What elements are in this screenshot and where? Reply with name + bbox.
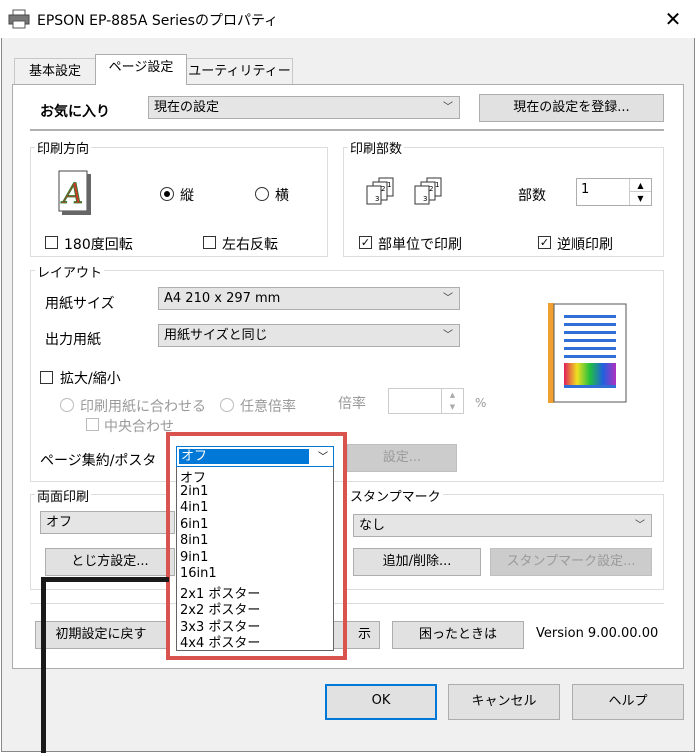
stamp-value: なし	[359, 518, 386, 533]
chevron-down-icon: ﹀	[318, 452, 328, 463]
svg-text:2: 2	[429, 185, 433, 193]
dropdown-option[interactable]: 6in1	[180, 517, 208, 532]
copies-value: 1	[581, 182, 590, 197]
version-text: Version 9.00.00.00	[536, 626, 659, 641]
dropdown-option[interactable]: 16in1	[180, 566, 217, 581]
ratio-label: 倍率	[338, 396, 366, 412]
duplex-title: 両面印刷	[35, 486, 92, 505]
stamp-select[interactable]: なし ﹀	[353, 514, 652, 537]
troubleshoot-button[interactable]: 困ったときは	[392, 621, 524, 649]
tab-utility[interactable]: ユーティリティー	[186, 58, 293, 84]
reset-defaults-button[interactable]: 初期設定に戻す	[35, 621, 167, 649]
percent-label: %	[475, 396, 487, 410]
chevron-down-icon: ﹀	[443, 330, 453, 341]
scale-label: 拡大/縮小	[60, 371, 121, 387]
divider	[30, 129, 664, 131]
svg-text:A: A	[60, 177, 83, 210]
portrait-label: 縦	[180, 188, 194, 204]
portrait-radio[interactable]	[160, 187, 174, 201]
output-paper-select[interactable]: 用紙サイズと同じ ﹀	[158, 324, 460, 347]
layout-title: レイアウト	[35, 262, 105, 281]
mirror-label: 左右反転	[222, 237, 278, 253]
duplex-value: オフ	[46, 515, 73, 530]
dropdown-option[interactable]: 4x4 ポスター	[180, 632, 260, 651]
custom-scale-label: 任意倍率	[240, 399, 296, 415]
chevron-down-icon: ﹀	[635, 520, 645, 531]
landscape-label: 横	[275, 188, 289, 204]
dropdown-option[interactable]: 8in1	[180, 533, 208, 548]
copies-count-label: 部数	[518, 188, 546, 204]
collate-pages-icon: 123 123	[366, 177, 442, 205]
reverse-checkbox[interactable]: ✓	[538, 236, 551, 249]
page-preview	[548, 303, 627, 403]
dropdown-option[interactable]: 4in1	[180, 500, 208, 515]
svg-text:3: 3	[375, 195, 379, 203]
rotate180-checkbox[interactable]	[45, 236, 58, 249]
copies-title: 印刷部数	[348, 138, 405, 157]
rotate180-label: 180度回転	[64, 237, 133, 253]
mirror-checkbox[interactable]	[203, 236, 216, 249]
dropdown-option[interactable]: 2in1	[180, 484, 208, 499]
center-checkbox[interactable]	[86, 418, 99, 431]
center-label: 中央合わせ	[104, 419, 174, 435]
stamp-settings-button[interactable]: スタンプマーク設定...	[490, 548, 652, 576]
binding-settings-button[interactable]: とじ方設定...	[45, 548, 175, 576]
multipage-select[interactable]: オフ ﹀	[176, 446, 334, 467]
divider	[30, 603, 664, 604]
register-current-button[interactable]: 現在の設定を登録...	[479, 94, 664, 122]
paper-size-select[interactable]: A4 210 x 297 mm ﹀	[158, 287, 460, 310]
copies-stepper[interactable]: 1 ▲ ▼	[576, 178, 652, 206]
collate-label: 部単位で印刷	[378, 237, 462, 253]
help-button[interactable]: ヘルプ	[572, 684, 684, 720]
decrement-icon[interactable]: ▼	[442, 401, 463, 413]
favorites-label: お気に入り	[40, 104, 110, 120]
output-paper-value: 用紙サイズと同じ	[164, 328, 268, 343]
callout-line	[41, 577, 46, 753]
landscape-radio[interactable]	[255, 187, 269, 201]
callout-line	[41, 577, 169, 582]
fit-to-paper-label: 印刷用紙に合わせる	[80, 399, 206, 415]
multipage-settings-button[interactable]: 設定...	[347, 444, 457, 472]
increment-icon[interactable]: ▲	[442, 389, 463, 401]
multipage-value: オフ	[179, 449, 309, 464]
svg-text:1: 1	[435, 181, 439, 189]
fit-to-paper-radio[interactable]	[60, 398, 74, 412]
printer-icon	[8, 9, 30, 29]
cancel-button[interactable]: キャンセル	[448, 684, 560, 720]
favorites-value: 現在の設定	[154, 100, 220, 115]
svg-text:2: 2	[381, 185, 385, 193]
svg-text:3: 3	[423, 195, 427, 203]
custom-scale-radio[interactable]	[220, 398, 234, 412]
chevron-down-icon: ﹀	[443, 102, 453, 113]
window-title: EPSON EP-885A Seriesのプロパティ	[37, 13, 279, 29]
output-paper-label: 出力用紙	[45, 332, 101, 348]
favorites-select[interactable]: 現在の設定 ﹀	[148, 96, 460, 119]
orientation-title: 印刷方向	[35, 138, 92, 157]
paper-size-value: A4 210 x 297 mm	[164, 291, 281, 306]
tab-basic[interactable]: 基本設定	[14, 58, 96, 84]
chevron-down-icon: ﹀	[443, 293, 453, 304]
close-icon[interactable]: ✕	[658, 4, 688, 34]
svg-text:1: 1	[387, 181, 391, 189]
stamp-add-remove-button[interactable]: 追加/削除...	[353, 548, 481, 576]
reverse-label: 逆順印刷	[557, 237, 613, 253]
duplex-select[interactable]: オフ	[40, 511, 175, 534]
dropdown-option[interactable]: 9in1	[180, 550, 208, 565]
portrait-page-icon: A	[58, 170, 91, 215]
paper-size-label: 用紙サイズ	[45, 296, 115, 312]
multipage-label: ページ集約/ポスタ	[40, 453, 157, 469]
scale-checkbox[interactable]	[40, 371, 53, 384]
tab-page-setup[interactable]: ページ設定	[95, 54, 187, 85]
decrement-icon[interactable]: ▼	[630, 192, 651, 205]
stamp-title: スタンプマーク	[348, 486, 443, 505]
multipage-dropdown-list: オフ 2in1 4in1 6in1 8in1 9in1 16in1 2x1 ポス…	[176, 466, 334, 651]
increment-icon[interactable]: ▲	[630, 179, 651, 192]
ok-button[interactable]: OK	[325, 684, 437, 720]
ratio-stepper[interactable]: ▲ ▼	[388, 388, 464, 414]
collate-checkbox[interactable]: ✓	[359, 236, 372, 249]
